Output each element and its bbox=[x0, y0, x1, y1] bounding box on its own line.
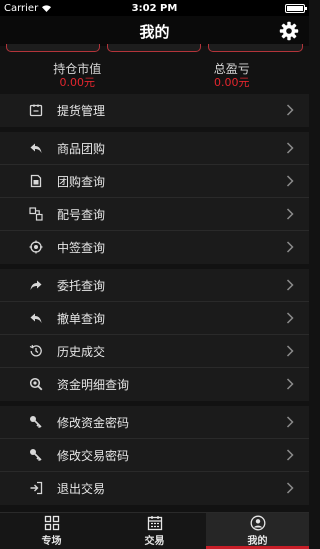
tab-label: 我的 bbox=[247, 536, 268, 547]
chevron-right-icon bbox=[286, 416, 294, 428]
account-summary: 持仓市值 0.00元 总盈亏 0.00元 bbox=[0, 56, 309, 96]
menu-item-change-trade-password[interactable]: 修改交易密码 bbox=[0, 439, 309, 472]
key-icon bbox=[30, 416, 42, 429]
target-icon bbox=[29, 240, 43, 254]
pnl-label: 总盈亏 bbox=[213, 62, 250, 76]
wifi-icon bbox=[42, 5, 52, 12]
forward-icon bbox=[30, 280, 42, 290]
page-title: 我的 bbox=[139, 22, 170, 41]
chevron-right-icon bbox=[286, 175, 294, 187]
key-icon bbox=[30, 449, 42, 462]
menu-item-group-buy-query[interactable]: 团购查询 bbox=[0, 165, 309, 198]
menu-item-label: 修改资金密码 bbox=[57, 415, 130, 430]
menu-group-group-buy: 商品团购 团购查询 配号查询 中签查询 bbox=[0, 132, 309, 264]
scrolled-buttons-edge bbox=[0, 44, 309, 54]
chevron-right-icon bbox=[286, 482, 294, 494]
tab-mine[interactable]: 我的 bbox=[206, 513, 309, 549]
search-icon bbox=[29, 377, 43, 391]
battery-icon bbox=[285, 3, 307, 13]
pnl-value: 0.00元 bbox=[214, 76, 250, 89]
tab-trade[interactable]: 交易 bbox=[103, 513, 206, 549]
menu-item-label: 历史成交 bbox=[57, 344, 106, 359]
menu-item-label: 资金明细查询 bbox=[57, 378, 130, 392]
calendar-icon bbox=[147, 516, 162, 531]
scrolled-button-left[interactable] bbox=[6, 44, 100, 52]
menu-item-trade-history[interactable]: 历史成交 bbox=[0, 335, 309, 368]
grid-icon bbox=[44, 515, 59, 531]
menu-item-label: 团购查询 bbox=[57, 174, 106, 189]
menu-item-logout[interactable]: 退出交易 bbox=[0, 472, 309, 505]
menu-item-order-query[interactable]: 委托查询 bbox=[0, 269, 309, 302]
document-icon bbox=[30, 174, 42, 188]
navigation-bar: 我的 bbox=[0, 16, 309, 46]
menu-item-label: 撤单查询 bbox=[57, 311, 106, 326]
tab-specials[interactable]: 专场 bbox=[0, 513, 103, 549]
status-bar: Carrier 3:02 PM bbox=[0, 0, 309, 16]
menu-item-label: 配号查询 bbox=[57, 207, 106, 222]
undo-icon bbox=[30, 313, 42, 323]
chevron-right-icon bbox=[286, 312, 294, 324]
menu-item-lottery-query[interactable]: 中签查询 bbox=[0, 231, 309, 264]
menu-item-label: 修改交易密码 bbox=[57, 448, 130, 463]
chevron-right-icon bbox=[286, 241, 294, 253]
menu-group-orders: 委托查询 撤单查询 历史成交 资金明细查询 bbox=[0, 269, 309, 401]
menu-item-label: 提货管理 bbox=[57, 104, 106, 118]
carrier-group: Carrier bbox=[4, 3, 52, 14]
tab-label: 专场 bbox=[41, 536, 62, 547]
menu-item-fund-details[interactable]: 资金明细查询 bbox=[0, 368, 309, 401]
holdings-summary: 持仓市值 0.00元 bbox=[0, 56, 155, 96]
menu-item-cancel-query[interactable]: 撤单查询 bbox=[0, 302, 309, 335]
menu-item-pickup-management[interactable]: 提货管理 bbox=[0, 94, 309, 127]
tab-label: 交易 bbox=[144, 536, 165, 547]
chevron-right-icon bbox=[286, 279, 294, 291]
logout-icon bbox=[30, 481, 43, 495]
menu-item-label: 中签查询 bbox=[57, 241, 106, 255]
number-icon bbox=[29, 207, 43, 221]
gear-icon[interactable] bbox=[279, 21, 299, 41]
chevron-right-icon bbox=[286, 378, 294, 390]
chevron-right-icon bbox=[286, 104, 294, 116]
carrier-label: Carrier bbox=[4, 2, 39, 14]
reply-icon bbox=[30, 143, 42, 153]
scrolled-button-middle[interactable] bbox=[107, 44, 201, 52]
menu-item-group-buy[interactable]: 商品团购 bbox=[0, 132, 309, 165]
holdings-value: 0.00元 bbox=[59, 76, 96, 89]
user-icon bbox=[250, 515, 265, 531]
menu-group-account: 修改资金密码 修改交易密码 退出交易 bbox=[0, 406, 309, 505]
menu-item-label: 商品团购 bbox=[57, 141, 106, 156]
chevron-right-icon bbox=[286, 142, 294, 154]
pnl-summary: 总盈亏 0.00元 bbox=[155, 56, 310, 96]
menu-item-number-query[interactable]: 配号查询 bbox=[0, 198, 309, 231]
chevron-right-icon bbox=[286, 449, 294, 461]
scrolled-button-right[interactable] bbox=[208, 44, 303, 52]
chevron-right-icon bbox=[286, 345, 294, 357]
menu-item-label: 委托查询 bbox=[57, 278, 106, 293]
menu-item-change-fund-password[interactable]: 修改资金密码 bbox=[0, 406, 309, 439]
bottom-tab-bar: 专场 交易 我的 bbox=[0, 512, 309, 549]
menu-item-label: 退出交易 bbox=[57, 482, 106, 496]
chevron-right-icon bbox=[286, 208, 294, 220]
history-icon bbox=[29, 344, 42, 357]
menu-group-pickup: 提货管理 bbox=[0, 94, 309, 127]
holdings-label: 持仓市值 bbox=[53, 62, 102, 76]
pickup-icon bbox=[29, 104, 43, 117]
